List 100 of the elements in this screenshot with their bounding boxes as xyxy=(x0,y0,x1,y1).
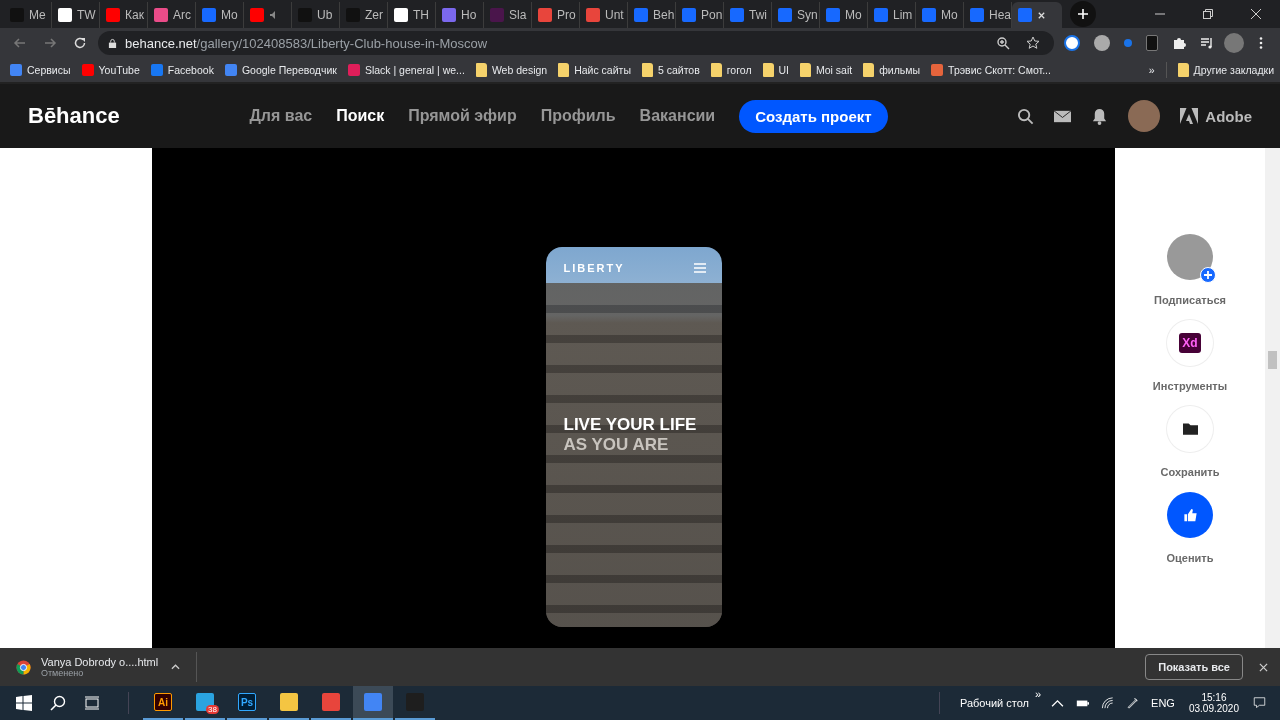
favicon-icon xyxy=(538,8,552,22)
bell-icon[interactable] xyxy=(1091,107,1109,125)
bookmark[interactable]: Slack | general | we... xyxy=(347,64,465,76)
tab-title: Arc xyxy=(173,8,191,22)
save-button[interactable] xyxy=(1167,406,1213,452)
user-avatar[interactable] xyxy=(1128,100,1161,132)
puzzle-icon[interactable] xyxy=(1172,36,1186,50)
more-bookmarks[interactable]: » xyxy=(1148,64,1155,76)
caret-icon[interactable] xyxy=(171,664,180,670)
adobe-logo-icon xyxy=(1180,108,1199,124)
bookmark[interactable]: Найс сайты xyxy=(558,63,631,77)
close-icon[interactable] xyxy=(1037,10,1046,20)
tab-title: Hea xyxy=(989,8,1011,22)
action-label: Сохранить xyxy=(1160,466,1220,478)
bookmark[interactable]: Трэвис Скотт: Смот... xyxy=(931,64,1051,76)
desktop-toolbar-label[interactable]: Рабочий стол xyxy=(959,697,1029,709)
tab-title: TH xyxy=(413,8,429,22)
search-icon[interactable] xyxy=(1017,107,1035,125)
pen-icon[interactable] xyxy=(1126,697,1140,709)
tab-title: Sla xyxy=(509,8,527,22)
create-project-button[interactable]: Создать проект xyxy=(739,99,888,133)
zoom-icon[interactable] xyxy=(996,36,1010,50)
profile-avatar[interactable] xyxy=(1224,33,1244,53)
envelope-icon[interactable] xyxy=(1054,107,1072,125)
plus-icon[interactable] xyxy=(1200,267,1216,283)
reload-icon[interactable] xyxy=(73,36,87,50)
favicon-icon xyxy=(250,8,264,22)
tab-title: Twi xyxy=(749,8,767,22)
favicon-icon xyxy=(106,8,120,22)
bookmark[interactable]: UI xyxy=(762,63,790,77)
xd-icon: Xd xyxy=(1179,333,1201,353)
back-arrow-icon[interactable] xyxy=(13,36,27,50)
nav-link[interactable]: Для вас xyxy=(249,107,313,125)
tab-title: Mo xyxy=(845,8,862,22)
tab-title: Pro xyxy=(557,8,576,22)
close-icon[interactable] xyxy=(1250,8,1262,20)
task-view-icon[interactable] xyxy=(84,695,100,711)
restore-icon[interactable] xyxy=(1202,8,1214,20)
wifi-icon[interactable] xyxy=(1101,697,1115,709)
site-logo[interactable]: Bēhance xyxy=(28,103,120,129)
bookmark[interactable]: гогол xyxy=(710,63,752,77)
bookmark[interactable]: Google Переводчик xyxy=(224,64,337,76)
headline-text: AS YOU ARE xyxy=(563,435,670,455)
favicon-icon xyxy=(586,8,600,22)
address-bar[interactable]: behance.net/gallery/102408583/Liberty-Club-house-in-Moscow xyxy=(98,31,1054,55)
bookmark[interactable]: YouTube xyxy=(81,64,140,76)
like-button[interactable] xyxy=(1167,492,1213,538)
action-label: Оценить xyxy=(1166,552,1214,564)
headline-text: LIVE YOUR LIFE xyxy=(563,415,697,435)
tab-title: Ub xyxy=(317,8,333,22)
taskbar-app[interactable]: 38 xyxy=(185,686,225,720)
bookmark[interactable]: Facebook xyxy=(150,64,214,76)
brand-text: LIBERTY xyxy=(563,262,625,274)
taskbar-app[interactable]: Ai xyxy=(143,686,183,720)
bookmark[interactable]: Moi sait xyxy=(800,63,853,77)
menu-icon xyxy=(693,263,706,273)
bookmark[interactable]: Web design xyxy=(475,63,548,77)
scrollbar-thumb[interactable] xyxy=(1268,351,1277,369)
language-indicator[interactable]: ENG xyxy=(1151,697,1175,709)
toolbar-expand[interactable]: » xyxy=(1034,688,1042,700)
clock-date[interactable]: 03.09.2020 xyxy=(1188,703,1239,714)
media-queue-icon[interactable] xyxy=(1200,36,1214,50)
extension-icon[interactable] xyxy=(1064,35,1080,51)
new-tab-button[interactable] xyxy=(1070,1,1096,27)
download-filename[interactable]: Vanya Dobrody o....html xyxy=(41,656,161,668)
favicon-icon xyxy=(730,8,744,22)
favicon-icon xyxy=(442,8,456,22)
tools-button[interactable]: Xd xyxy=(1167,320,1213,366)
tab-title: Ho xyxy=(461,8,477,22)
tab-title: Beh xyxy=(653,8,675,22)
show-all-button[interactable]: Показать все xyxy=(1145,654,1243,680)
bookmark[interactable]: фильмы xyxy=(863,63,921,77)
action-label: Инструменты xyxy=(1152,380,1228,392)
bookmark[interactable]: 5 сайтов xyxy=(641,63,700,77)
tab-title: Lim xyxy=(893,8,913,22)
search-icon[interactable] xyxy=(50,695,66,711)
notification-icon[interactable] xyxy=(1253,697,1266,709)
taskbar-app[interactable]: Ps xyxy=(227,686,267,720)
tab-title: Zer xyxy=(365,8,383,22)
windows-start-icon[interactable] xyxy=(16,695,32,711)
favicon-icon xyxy=(58,8,72,22)
clock-time[interactable]: 15:16 xyxy=(1201,692,1227,703)
nav-link[interactable]: Поиск xyxy=(336,107,385,125)
favicon-icon xyxy=(826,8,840,22)
adobe-link[interactable]: Adobe xyxy=(1180,107,1252,125)
bookmark-folder[interactable]: Другие закладки xyxy=(1177,63,1274,77)
favicon-icon xyxy=(874,8,888,22)
favicon-icon xyxy=(778,8,792,22)
favicon-icon xyxy=(922,8,936,22)
tab-title: Syn xyxy=(797,8,818,22)
nav-link[interactable]: Профиль xyxy=(540,107,616,125)
favicon-icon xyxy=(202,8,216,22)
bookmark[interactable]: Сервисы xyxy=(10,64,71,76)
star-icon[interactable] xyxy=(1026,36,1040,50)
author-avatar[interactable] xyxy=(1167,234,1213,280)
close-icon[interactable] xyxy=(1259,662,1268,672)
nav-link[interactable]: Прямой эфир xyxy=(408,107,517,125)
forward-arrow-icon[interactable] xyxy=(43,36,57,50)
caret-icon[interactable] xyxy=(1051,697,1065,709)
nav-link[interactable]: Вакансии xyxy=(639,107,716,125)
